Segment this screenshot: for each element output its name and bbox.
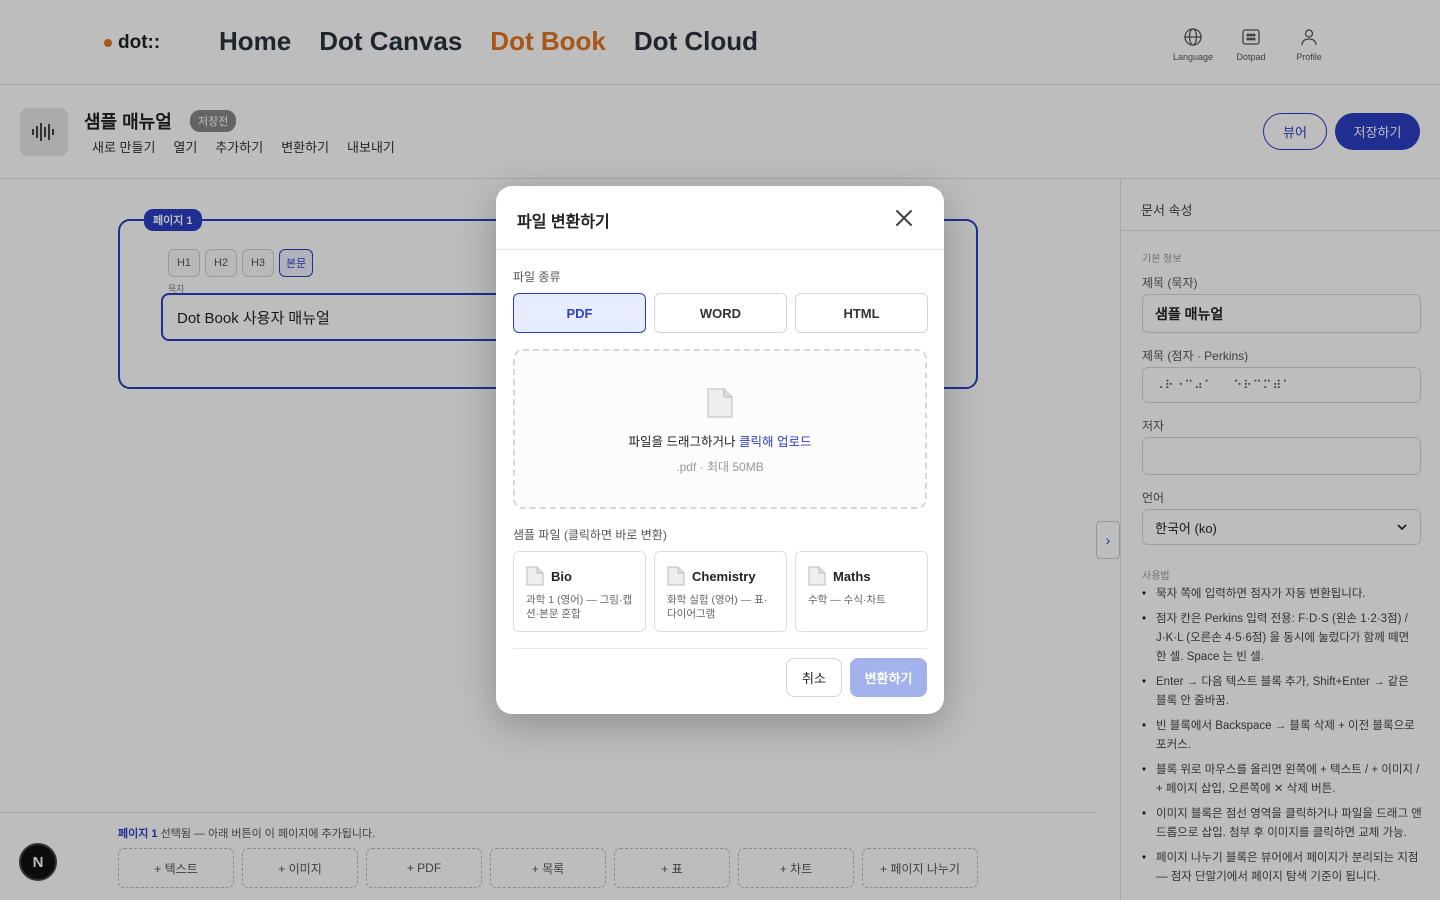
sample-bio[interactable]: Bio 과학 1 (영어) — 그림·캡션·본문 혼합 — [513, 551, 646, 632]
file-dropzone[interactable]: 파일을 드래그하거나 클릭해 업로드 .pdf · 최대 50MB — [513, 349, 927, 509]
dialog-title: 파일 변환하기 — [517, 214, 610, 231]
dialog-header: 파일 변환하기 — [496, 186, 944, 250]
convert-file-dialog: 파일 변환하기 파일 종류 PDF WORD HTML 파일을 드래그하거나 클… — [496, 186, 944, 714]
sample-chemistry[interactable]: Chemistry 화학 실험 (영어) — 표·다이어그램 — [654, 551, 787, 632]
convert-button[interactable]: 변환하기 — [850, 658, 927, 697]
dropzone-instruction: 파일을 드래그하거나 — [628, 435, 739, 449]
file-type-label: 파일 종류 — [513, 270, 561, 284]
file-icon — [526, 566, 544, 586]
sample-name: Chemistry — [692, 568, 756, 584]
dialog-divider — [513, 648, 927, 649]
file-type-buttons: PDF WORD HTML — [513, 293, 928, 333]
file-icon — [707, 388, 733, 418]
sample-description: 과학 1 (영어) — 그림·캡션·본문 혼합 — [526, 594, 633, 620]
sample-name: Bio — [551, 568, 572, 584]
file-type-word-button[interactable]: WORD — [654, 293, 787, 333]
cancel-button[interactable]: 취소 — [786, 658, 842, 697]
file-icon — [808, 566, 826, 586]
samples-label: 샘플 파일 (클릭하면 바로 변환) — [513, 528, 667, 542]
dropzone-text: 파일을 드래그하거나 클릭해 업로드 — [515, 431, 925, 450]
sample-description: 화학 실험 (영어) — 표·다이어그램 — [667, 594, 768, 620]
sample-description: 수학 — 수식·차트 — [808, 594, 886, 606]
dropzone-hint: .pdf · 최대 50MB — [676, 460, 764, 474]
sample-maths[interactable]: Maths 수학 — 수식·차트 — [795, 551, 928, 632]
file-icon — [667, 566, 685, 586]
sample-files: Bio 과학 1 (영어) — 그림·캡션·본문 혼합 Chemistry 화학… — [513, 551, 928, 632]
sample-name: Maths — [833, 568, 871, 584]
upload-link[interactable]: 클릭해 업로드 — [739, 435, 811, 449]
close-icon[interactable] — [894, 208, 914, 228]
file-type-html-button[interactable]: HTML — [795, 293, 928, 333]
file-type-pdf-button[interactable]: PDF — [513, 293, 646, 333]
